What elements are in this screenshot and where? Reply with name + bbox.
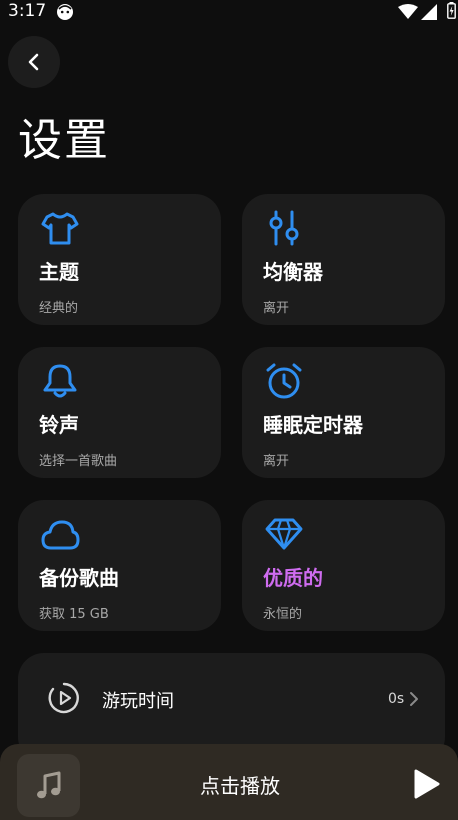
status-time: 3:17	[8, 1, 47, 21]
card-title: 均衡器	[263, 260, 323, 284]
theme-card[interactable]: 主题 经典的	[18, 194, 221, 325]
card-title: 优质的	[263, 566, 323, 590]
alarm-clock-icon	[266, 363, 302, 399]
premium-card[interactable]: 优质的 永恒的	[242, 500, 445, 631]
card-title: 铃声	[39, 413, 79, 437]
chevron-left-icon	[28, 53, 39, 71]
notification-face-icon	[57, 4, 73, 20]
wifi-icon	[398, 4, 418, 19]
card-subtitle: 经典的	[39, 301, 79, 316]
card-subtitle: 永恒的	[263, 607, 303, 622]
card-subtitle: 离开	[263, 454, 290, 469]
card-title: 主题	[39, 260, 79, 284]
diamond-icon	[265, 518, 303, 550]
player-label: 点击播放	[200, 774, 280, 798]
card-subtitle: 选择一首歌曲	[39, 454, 118, 469]
status-bar: 3:17	[0, 0, 458, 24]
mini-player[interactable]: 点击播放	[0, 744, 458, 820]
play-time-icon	[48, 682, 79, 714]
signal-icon	[421, 4, 437, 20]
page-title: 设置	[18, 115, 110, 166]
sleep-timer-card[interactable]: 睡眠定时器 离开	[242, 347, 445, 478]
chevron-right-icon	[410, 692, 418, 706]
equalizer-sliders-icon	[269, 210, 299, 246]
play-time-label: 游玩时间	[102, 691, 174, 712]
card-title: 睡眠定时器	[263, 413, 363, 437]
card-subtitle: 离开	[263, 301, 290, 316]
backup-songs-card[interactable]: 备份歌曲 获取 15 GB	[18, 500, 221, 631]
equalizer-card[interactable]: 均衡器 离开	[242, 194, 445, 325]
bell-icon	[43, 364, 77, 398]
battery-icon	[447, 2, 456, 19]
play-button[interactable]	[412, 768, 440, 800]
card-title: 备份歌曲	[39, 566, 119, 590]
card-subtitle: 获取 15 GB	[39, 607, 109, 622]
play-time-value: 0s	[388, 691, 405, 707]
back-button[interactable]	[8, 36, 60, 88]
cloud-icon	[41, 520, 80, 550]
shirt-icon	[41, 212, 79, 245]
ringtone-card[interactable]: 铃声 选择一首歌曲	[18, 347, 221, 478]
